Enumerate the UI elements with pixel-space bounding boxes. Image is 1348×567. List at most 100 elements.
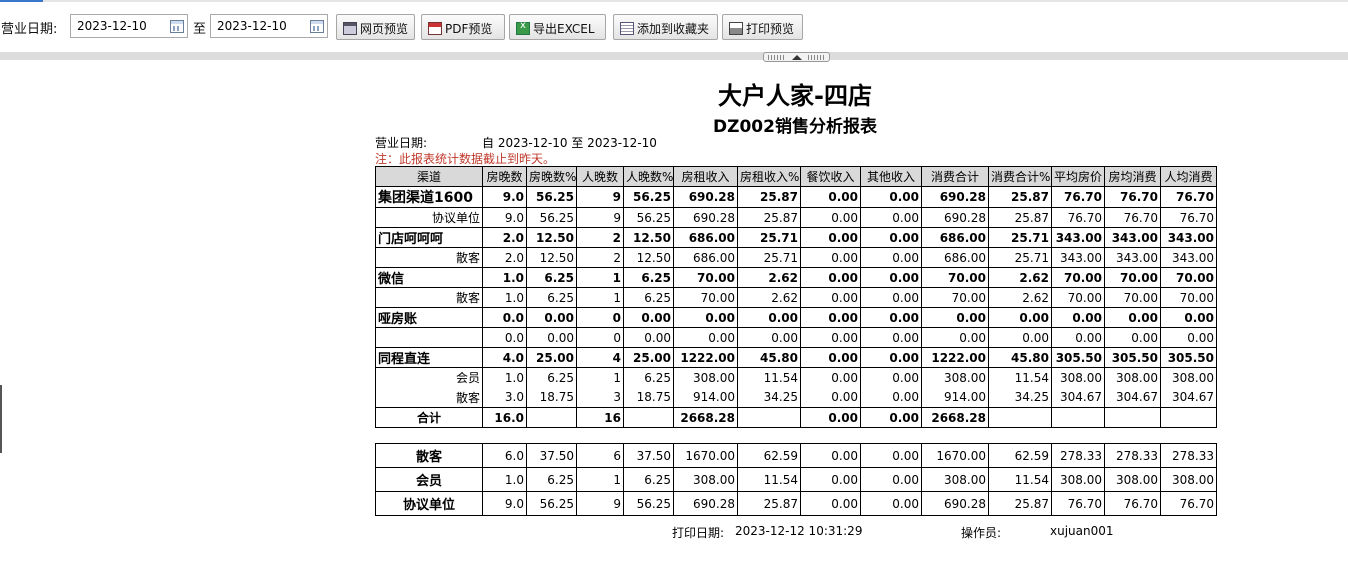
data-cell: 70.00 xyxy=(1104,267,1161,288)
data-cell: 690.28 xyxy=(921,186,989,208)
data-cell: 0.00 xyxy=(673,327,738,348)
calendar-icon[interactable] xyxy=(310,20,324,33)
data-cell: 0.00 xyxy=(800,407,861,428)
data-cell: 308.00 xyxy=(1051,367,1105,388)
export-excel-button[interactable]: 导出EXCEL xyxy=(509,14,606,40)
column-header: 消费合计% xyxy=(988,166,1052,187)
data-cell: 0.00 xyxy=(1104,307,1161,328)
column-header: 人均消费 xyxy=(1160,166,1217,187)
data-cell: 25.00 xyxy=(526,347,577,368)
data-cell: 2 xyxy=(576,247,624,268)
data-cell: 0.00 xyxy=(800,267,861,288)
data-cell: 0.00 xyxy=(737,307,801,328)
add-favorites-button[interactable]: 添加到收藏夹 xyxy=(613,14,718,40)
data-cell: 11.54 xyxy=(988,367,1052,388)
data-cell: 278.33 xyxy=(1160,443,1217,468)
data-cell: 25.87 xyxy=(988,491,1052,516)
calendar-icon[interactable] xyxy=(170,20,184,33)
active-tab-accent xyxy=(0,0,43,2)
data-cell: 37.50 xyxy=(526,443,577,468)
data-cell: 2.0 xyxy=(482,227,527,248)
excel-icon xyxy=(516,20,530,35)
data-cell: 70.00 xyxy=(921,287,989,308)
data-cell: 304.67 xyxy=(1160,387,1217,408)
data-cell xyxy=(737,407,801,428)
data-cell: 6.25 xyxy=(623,267,674,288)
column-header: 平均房价 xyxy=(1051,166,1105,187)
data-cell: 3 xyxy=(576,387,624,408)
channel-name-cell: 门店呵呵呵 xyxy=(375,227,483,248)
data-cell: 343.00 xyxy=(1160,247,1217,268)
channel-name-cell: 合计 xyxy=(375,407,483,428)
channel-name-cell: 散客 xyxy=(375,287,483,308)
data-cell: 0.00 xyxy=(860,387,922,408)
channel-detail-row: 散客 3.0 18.75 3 18.75 914.00 34.25 0.00 0.00 914.0… xyxy=(375,387,1217,408)
chevron-up-icon xyxy=(792,55,802,60)
data-cell: 1 xyxy=(576,367,624,388)
data-cell: 4 xyxy=(576,347,624,368)
data-cell: 25.87 xyxy=(988,186,1052,208)
column-header: 房租收入 xyxy=(673,166,738,187)
data-cell: 0.00 xyxy=(860,347,922,368)
channel-name-cell: 集团渠道1600 xyxy=(375,186,483,208)
channel-group-row: 门店呵呵呵 2.0 12.50 2 12.50 686.00 25.71 0.00 0.00 68… xyxy=(375,227,1217,248)
pdf-icon xyxy=(428,22,442,35)
data-cell: 308.00 xyxy=(1051,467,1105,492)
channel-group-row: 同程直连 4.0 25.00 4 25.00 1222.00 45.80 0.00 0.00 12… xyxy=(375,347,1217,368)
web-preview-button[interactable]: 网页预览 xyxy=(336,14,415,40)
channel-name-cell xyxy=(375,327,483,348)
report-title: 大户人家-四店 xyxy=(718,82,872,110)
data-cell: 0.00 xyxy=(988,307,1052,328)
data-cell: 0.00 xyxy=(1051,327,1105,348)
data-cell: 70.00 xyxy=(1160,287,1217,308)
data-cell: 56.25 xyxy=(623,491,674,516)
channel-group-row: 集团渠道1600 9.0 56.25 9 56.25 690.28 25.87 0.00 0.0… xyxy=(375,186,1217,208)
grip-lines xyxy=(808,55,826,60)
data-cell: 0.00 xyxy=(860,287,922,308)
data-cell: 70.00 xyxy=(673,267,738,288)
data-cell: 308.00 xyxy=(673,367,738,388)
data-cell: 304.67 xyxy=(1104,387,1161,408)
report-date-range: 自 2023-12-10 至 2023-12-10 xyxy=(482,136,657,150)
data-cell: 9 xyxy=(576,491,624,516)
data-cell: 0.00 xyxy=(921,327,989,348)
channel-name-cell: 会员 xyxy=(375,367,483,388)
channel-name-cell: 同程直连 xyxy=(375,347,483,368)
left-edge-handle[interactable] xyxy=(0,385,2,453)
channel-name-cell: 协议单位 xyxy=(375,207,483,228)
data-cell: 45.80 xyxy=(737,347,801,368)
channel-name-cell: 散客 xyxy=(375,387,483,408)
data-cell: 308.00 xyxy=(1104,467,1161,492)
collapse-toolbar-toggle[interactable] xyxy=(763,52,830,62)
data-cell: 690.28 xyxy=(921,491,989,516)
data-cell: 70.00 xyxy=(921,267,989,288)
channel-group-row: 微信 1.0 6.25 1 6.25 70.00 2.62 0.00 0.00 70.00 2.62… xyxy=(375,267,1217,288)
pdf-preview-button[interactable]: PDF预览 xyxy=(421,14,505,40)
data-cell: 1 xyxy=(576,467,624,492)
data-cell: 25.00 xyxy=(623,347,674,368)
data-cell: 12.50 xyxy=(526,247,577,268)
data-cell: 0.00 xyxy=(800,443,861,468)
data-cell: 0.0 xyxy=(482,307,527,328)
print-preview-button[interactable]: 打印预览 xyxy=(722,14,803,40)
panel-splitter[interactable] xyxy=(0,52,1348,62)
data-cell: 0.00 xyxy=(800,207,861,228)
data-cell: 76.70 xyxy=(1104,491,1161,516)
data-cell: 25.87 xyxy=(737,491,801,516)
data-cell: 6.25 xyxy=(526,267,577,288)
data-cell: 11.54 xyxy=(737,367,801,388)
date-label: 营业日期: xyxy=(1,22,58,37)
data-cell: 0.00 xyxy=(860,367,922,388)
data-cell: 4.0 xyxy=(482,347,527,368)
column-header: 人晚数% xyxy=(623,166,674,187)
data-cell: 690.28 xyxy=(673,186,738,208)
data-cell: 56.25 xyxy=(526,491,577,516)
data-cell: 16.0 xyxy=(482,407,527,428)
data-cell: 1670.00 xyxy=(921,443,989,468)
start-date-input[interactable]: 2023-12-10 xyxy=(70,14,188,38)
toolbar: 营业日期: 2023-12-10 至 2023-12-10 网页预览 PDF预览… xyxy=(0,12,1348,42)
data-cell: 9 xyxy=(576,207,624,228)
data-cell xyxy=(1051,407,1105,428)
summary-table: 散客 6.0 37.50 6 37.50 1670.00 62.59 0.00 0.00 1670… xyxy=(375,443,1217,516)
end-date-input[interactable]: 2023-12-10 xyxy=(210,14,328,38)
